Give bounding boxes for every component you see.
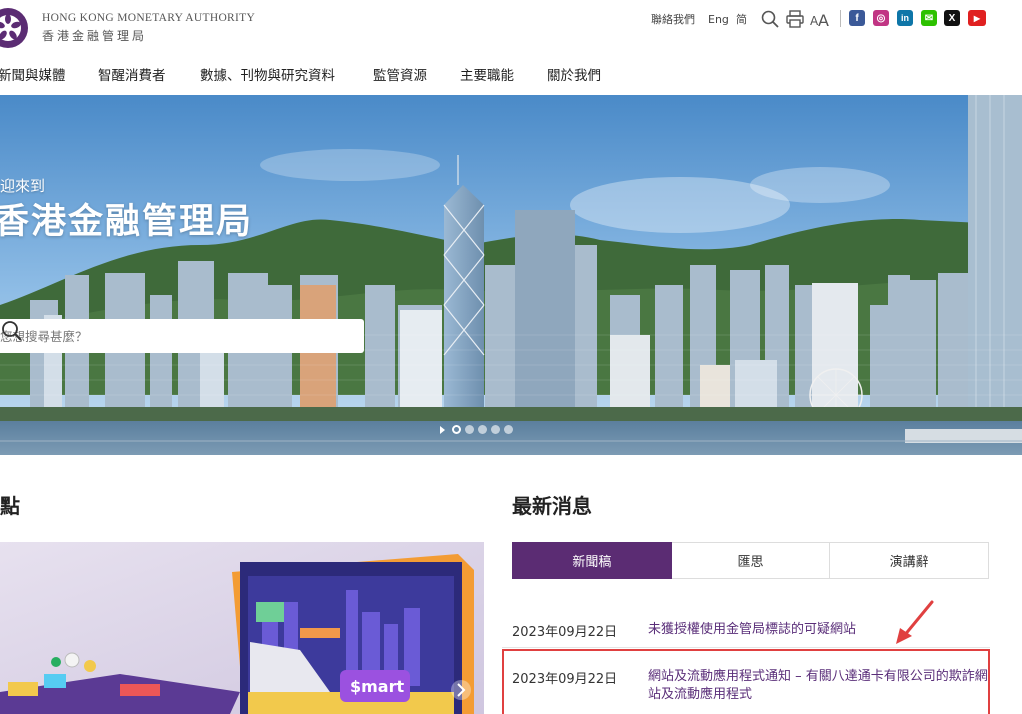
site-header: HONG KONG MONETARY AUTHORITY 香港金融管理局 聯絡我… <box>0 0 1022 50</box>
tab-press-releases[interactable]: 新聞稿 <box>512 542 672 579</box>
youtube-icon[interactable]: ▶ <box>968 10 986 26</box>
carousel-dot[interactable] <box>504 425 513 434</box>
site-search-input[interactable] <box>0 319 320 353</box>
lang-english-link[interactable]: Eng <box>708 10 729 28</box>
carousel-dot[interactable] <box>465 425 474 434</box>
header-divider <box>840 10 841 27</box>
nav-about-us[interactable]: 關於我們 <box>547 64 601 84</box>
carousel-dot[interactable] <box>478 425 487 434</box>
nav-smart-consumer[interactable]: 智醒消費者 <box>98 64 166 84</box>
carousel-dot[interactable] <box>491 425 500 434</box>
search-icon[interactable] <box>760 9 780 29</box>
nav-data-publications[interactable]: 數據、刊物與研究資料 <box>200 64 335 84</box>
tab-insight[interactable]: 匯思 <box>671 542 831 579</box>
highlights-promo-image[interactable]: $mart <box>0 542 484 714</box>
nav-regulatory-resources[interactable]: 監管資源 <box>373 64 427 84</box>
carousel-dot[interactable] <box>452 425 461 434</box>
logo-text-en: HONG KONG MONETARY AUTHORITY <box>42 12 256 24</box>
carousel-play-icon[interactable] <box>440 425 445 434</box>
facebook-icon[interactable]: f <box>849 10 865 26</box>
carousel-pagination <box>440 425 513 434</box>
latest-news-tabs: 新聞稿 匯思 演講辭 <box>512 542 990 579</box>
hero-title: 香港金融管理局 <box>0 202 254 242</box>
hero-banner: 迎來到 香港金融管理局 <box>0 95 1022 455</box>
annotation-arrow-icon <box>896 600 934 644</box>
linkedin-icon[interactable]: in <box>897 10 913 26</box>
annotation-highlight-box <box>502 649 990 714</box>
x-icon[interactable]: X <box>944 10 960 26</box>
hero-search-box <box>0 319 364 353</box>
nav-key-functions[interactable]: 主要職能 <box>460 64 514 84</box>
news-divider <box>502 647 990 648</box>
search-icon[interactable] <box>0 319 24 343</box>
svg-text:A: A <box>818 11 829 29</box>
board-game-illustration: $mart <box>0 542 484 714</box>
font-size-icon[interactable]: A A <box>809 9 831 29</box>
contact-us-link[interactable]: 聯絡我們 <box>651 10 695 28</box>
print-icon[interactable] <box>785 9 805 29</box>
main-nav: 新聞與媒體 智醒消費者 數據、刊物與研究資料 監管資源 主要職能 關於我們 <box>0 64 1022 86</box>
hero-skyline-image <box>0 95 1022 455</box>
nav-news-media[interactable]: 新聞與媒體 <box>0 64 66 84</box>
instagram-icon[interactable]: ◎ <box>873 10 889 26</box>
svg-text:$mart: $mart <box>350 677 404 696</box>
logo-text-zh: 香港金融管理局 <box>42 29 148 43</box>
hkma-logo[interactable] <box>0 4 40 54</box>
highlights-heading: 點 <box>0 494 20 518</box>
latest-news-heading: 最新消息 <box>512 494 592 518</box>
wechat-icon[interactable]: ✉ <box>921 10 937 26</box>
tab-speeches[interactable]: 演講辭 <box>830 542 990 579</box>
news-date: 2023年09月22日 <box>512 625 618 640</box>
lang-simplified-link[interactable]: 简 <box>736 10 747 28</box>
